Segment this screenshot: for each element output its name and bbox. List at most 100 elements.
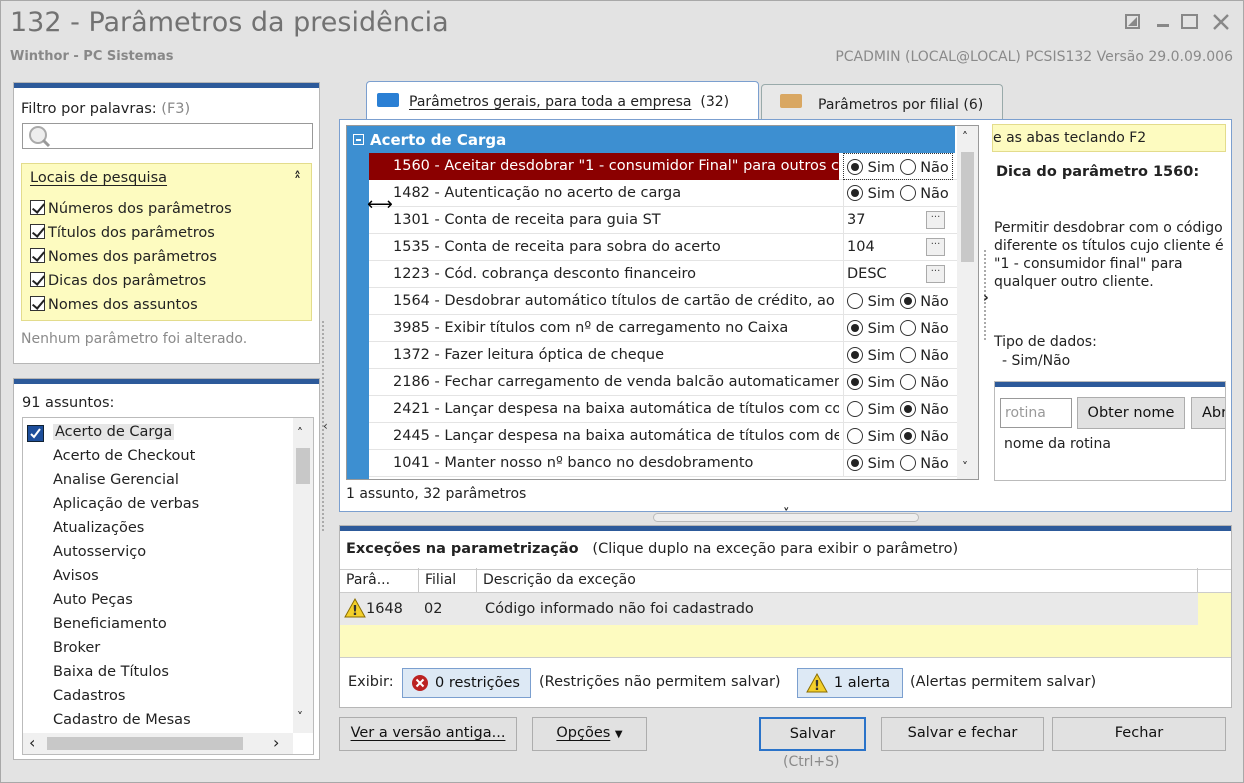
svg-text:!: ! <box>814 679 820 694</box>
grid-scrollbar[interactable]: ˄ ˅ <box>957 126 978 479</box>
alerts-button[interactable]: ! 1 alerta <box>797 668 903 698</box>
subjects-scrollbar[interactable]: ˄ ˅ <box>293 418 313 733</box>
radio-nao[interactable] <box>899 401 916 417</box>
group-header[interactable]: Acerto de Carga <box>347 126 955 153</box>
chevron-left-icon[interactable]: ‹ <box>323 419 328 433</box>
column-filial[interactable]: Filial <box>419 568 477 592</box>
radio-sim[interactable] <box>847 293 863 309</box>
chevron-right-icon[interactable]: › <box>983 290 989 306</box>
option-param-hints[interactable]: Dicas dos parâmetros <box>30 272 206 294</box>
param-row-1564[interactable]: 1564 - Desdobrar automático títulos de c… <box>369 288 976 315</box>
minimize-icon[interactable] <box>1156 9 1172 34</box>
restore-down-icon[interactable] <box>1125 11 1141 35</box>
scroll-up-icon[interactable]: ˄ <box>962 130 968 144</box>
subject-item[interactable]: Cadastros <box>53 688 125 704</box>
radio-nao[interactable] <box>899 320 916 336</box>
param-row-2445[interactable]: 2445 - Lançar despesa na baixa automátic… <box>369 423 976 450</box>
option-subject-names[interactable]: Nomes dos assuntos <box>30 296 198 318</box>
scroll-right-icon[interactable]: › <box>273 733 279 752</box>
subject-item[interactable]: Broker <box>53 640 100 656</box>
hint-text: Permitir desdobrar com o código diferent… <box>994 220 1224 290</box>
param-row-1301[interactable]: 1301 - Conta de receita para guia ST 37 ·… <box>369 207 976 234</box>
ellipsis-button[interactable]: ··· <box>926 211 945 229</box>
restrictions-button[interactable]: 0 restrições <box>402 668 531 698</box>
ellipsis-button[interactable]: ··· <box>926 265 945 283</box>
exceptions-subtitle: (Clique duplo na exceção para exibir o p… <box>592 541 959 557</box>
close-icon[interactable] <box>1212 11 1230 35</box>
scroll-left-icon[interactable]: ‹ <box>29 733 35 752</box>
window-title: 132 - Parâmetros da presidência <box>10 7 449 38</box>
collapse-icon[interactable] <box>353 134 364 145</box>
param-row-1223[interactable]: 1223 - Cód. cobrança desconto financeiro… <box>369 261 976 288</box>
horizontal-splitter[interactable]: ˅ <box>653 507 919 522</box>
radio-nao[interactable] <box>899 159 916 175</box>
subject-item[interactable]: Auto Peças <box>53 592 133 608</box>
subjects-h-scrollbar[interactable]: ‹ › <box>23 733 293 754</box>
param-row-2186[interactable]: 2186 - Fechar carregamento de venda balc… <box>369 369 976 396</box>
open-button[interactable]: Abr <box>1191 397 1225 429</box>
checkbox-icon <box>30 296 45 311</box>
scroll-down-icon[interactable]: ˅ <box>962 460 968 474</box>
param-row-1560[interactable]: 1560 - Aceitar desdobrar "1 - consumidor… <box>369 153 976 180</box>
chevron-down-icon[interactable]: ˅ <box>783 507 790 522</box>
radio-sim[interactable] <box>847 428 863 444</box>
old-version-button[interactable]: Ver a versão antiga... <box>339 717 517 751</box>
param-row-1372[interactable]: 1372 - Fazer leitura óptica de cheque Si… <box>369 342 976 369</box>
radio-sim[interactable] <box>847 185 863 201</box>
subjects-list: Acerto de Carga Acerto de Checkout Anali… <box>22 417 314 755</box>
radio-sim[interactable] <box>847 374 863 390</box>
alerts-note: (Alertas permitem salvar) <box>910 674 1097 690</box>
param-row-1535[interactable]: 1535 - Conta de receita para sobra do ac… <box>369 234 976 261</box>
radio-nao[interactable] <box>899 293 916 309</box>
subject-item[interactable]: Acerto de Carga <box>53 424 175 440</box>
radio-sim[interactable] <box>847 320 863 336</box>
routine-input[interactable]: rotina <box>1000 398 1072 428</box>
options-button[interactable]: Opções ▼ <box>532 717 647 751</box>
column-description[interactable]: Descrição da exceção <box>477 568 1198 592</box>
get-name-button[interactable]: Obter nome <box>1077 397 1185 429</box>
save-close-button[interactable]: Salvar e fechar <box>881 717 1044 751</box>
subject-item[interactable]: Cadastro de Mesas <box>53 712 191 728</box>
tab-general-params[interactable]: Parâmetros gerais, para toda a empresa (… <box>366 81 759 121</box>
scroll-thumb[interactable] <box>296 448 310 484</box>
param-row-1041[interactable]: 1041 - Manter nosso nº banco no desdobra… <box>369 450 976 477</box>
maximize-icon[interactable] <box>1181 11 1199 35</box>
column-param[interactable]: Parâ... <box>340 568 419 592</box>
subject-item[interactable]: Aplicação de verbas <box>53 496 199 512</box>
radio-sim[interactable] <box>847 401 863 417</box>
param-row-2421[interactable]: 2421 - Lançar despesa na baixa automátic… <box>369 396 976 423</box>
search-input[interactable] <box>22 123 313 149</box>
h-scroll-thumb[interactable] <box>47 737 243 750</box>
radio-sim[interactable] <box>847 347 863 363</box>
radio-nao[interactable] <box>899 185 916 201</box>
subject-item[interactable]: Avisos <box>53 568 99 584</box>
option-param-names[interactable]: Nomes dos parâmetros <box>30 248 217 270</box>
param-row-1482[interactable]: 1482 - Autenticação no acerto de carga S… <box>369 180 976 207</box>
radio-nao[interactable] <box>899 374 916 390</box>
tab-branch-params[interactable]: Parâmetros por filial (6) <box>761 84 1003 119</box>
subject-item[interactable]: Acerto de Checkout <box>53 448 195 464</box>
scroll-up-icon[interactable]: ˄ <box>297 426 303 440</box>
save-button[interactable]: Salvar <box>759 717 866 751</box>
radio-nao[interactable] <box>899 455 916 471</box>
option-param-numbers[interactable]: Números dos parâmetros <box>30 200 232 222</box>
scroll-down-icon[interactable]: ˅ <box>297 710 303 724</box>
close-button[interactable]: Fechar <box>1052 717 1226 751</box>
option-param-titles[interactable]: Títulos dos parâmetros <box>30 224 215 246</box>
ellipsis-button[interactable]: ··· <box>926 238 945 256</box>
subjects-panel: 91 assuntos: Acerto de Carga Acerto de C… <box>13 378 320 760</box>
radio-sim[interactable] <box>847 455 863 471</box>
exception-row[interactable]: ! 1648 02 Código informado não foi cadas… <box>340 593 1198 625</box>
radio-nao[interactable] <box>899 428 916 444</box>
checkbox-icon <box>30 248 45 263</box>
radio-nao[interactable] <box>899 347 916 363</box>
subject-item[interactable]: Analise Gerencial <box>53 472 179 488</box>
param-row-3985[interactable]: 3985 - Exibir títulos com nº de carregam… <box>369 315 976 342</box>
subject-item[interactable]: Autosserviço <box>53 544 146 560</box>
scroll-thumb[interactable] <box>961 152 974 262</box>
collapse-chevron-icon[interactable]: ˄ ˄ <box>294 170 301 202</box>
subject-item[interactable]: Baixa de Títulos <box>53 664 169 680</box>
subject-item[interactable]: Atualizações <box>53 520 144 536</box>
subject-item[interactable]: Beneficiamento <box>53 616 167 632</box>
radio-sim[interactable] <box>847 159 863 175</box>
